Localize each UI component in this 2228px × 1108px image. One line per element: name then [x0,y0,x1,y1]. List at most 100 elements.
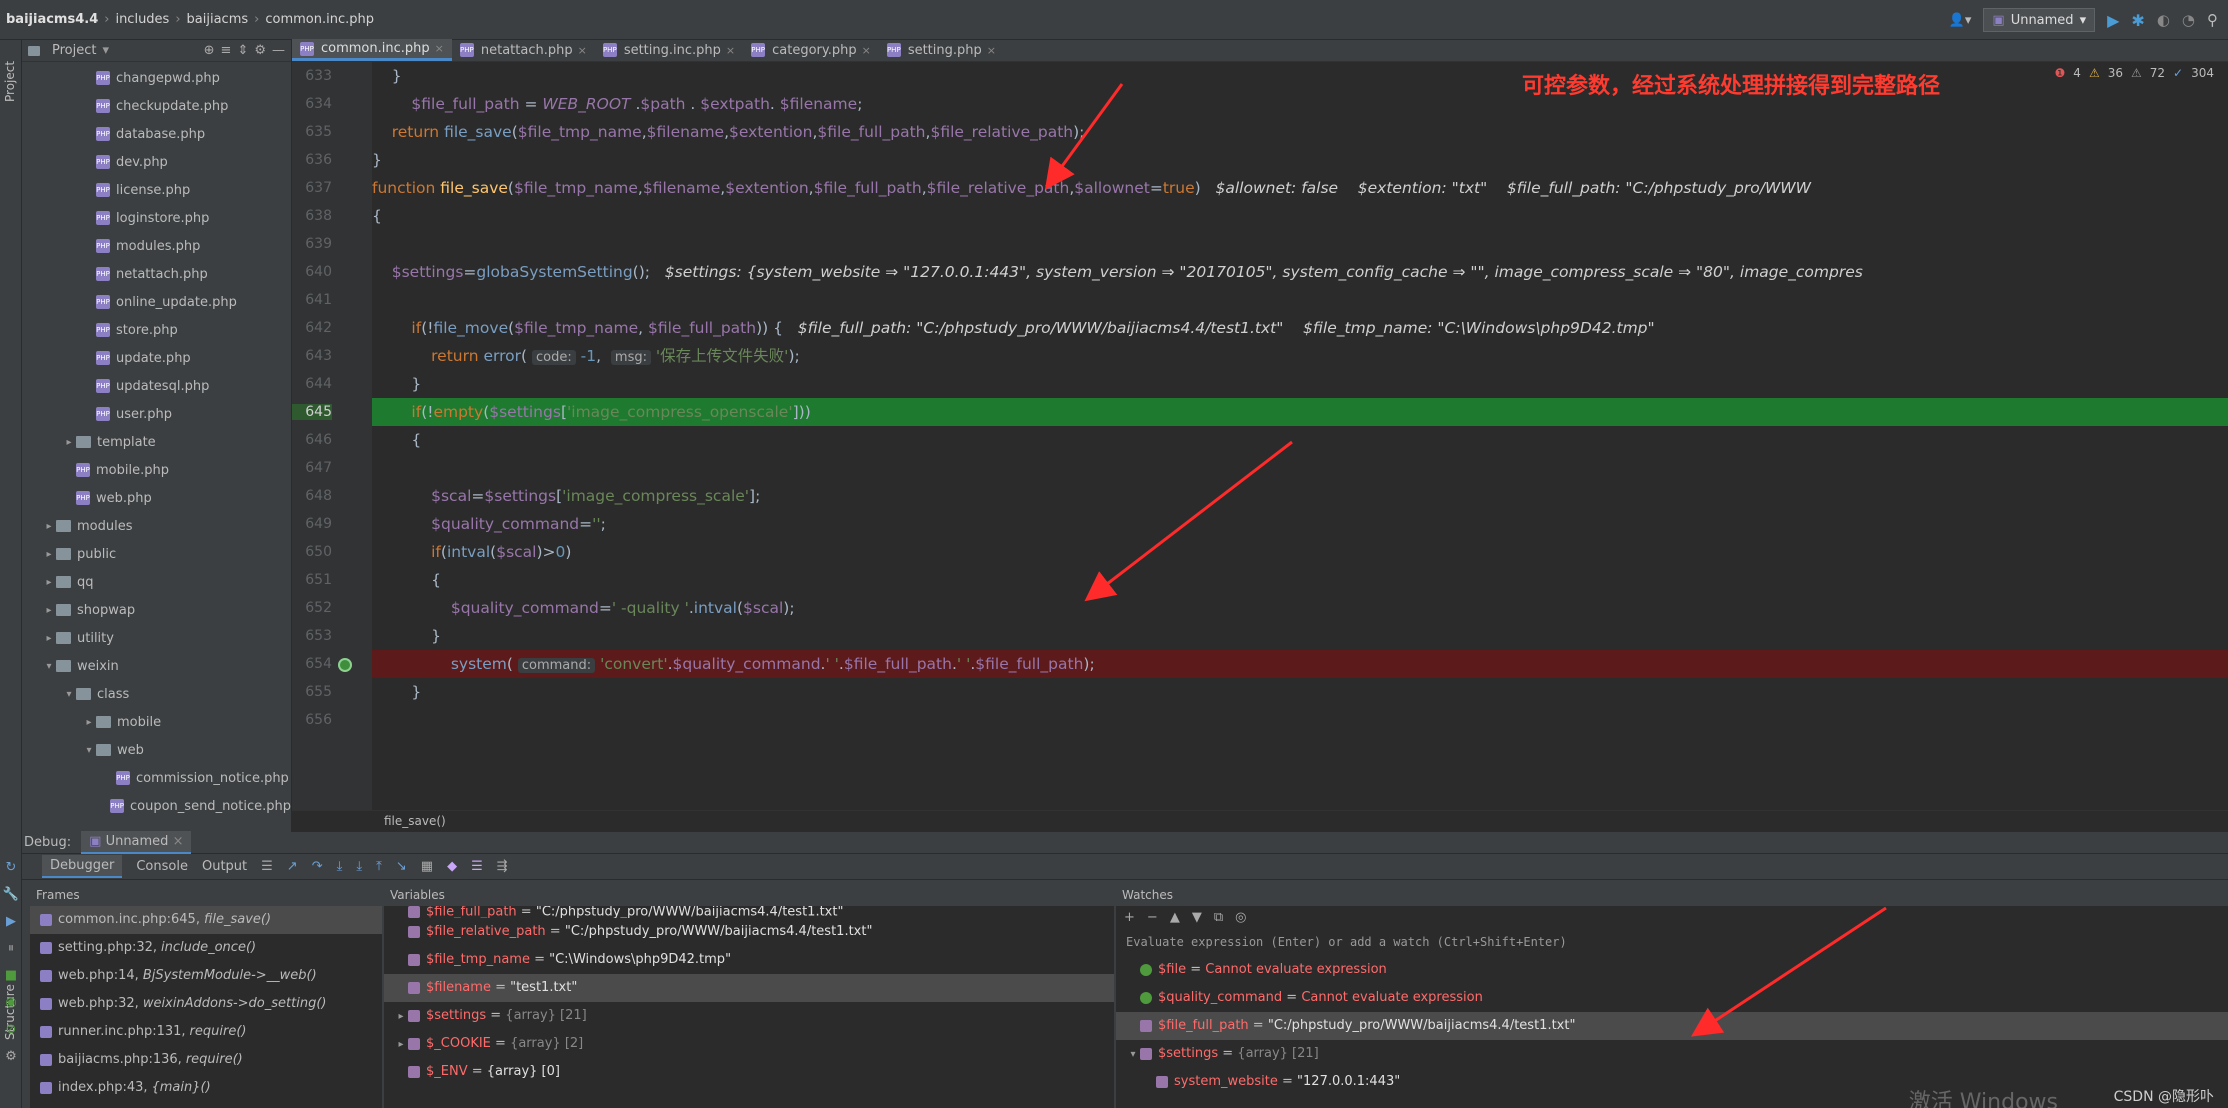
locate-icon[interactable]: ⊕ [204,43,215,58]
editor-tab[interactable]: PHP setting.inc.php × [595,39,743,61]
list-icon[interactable]: ☰ [471,859,483,874]
chevron-down-icon[interactable]: ▾ [82,745,96,756]
debug-session-tab[interactable]: ▣ Unnamed × [81,831,192,854]
variable-row[interactable]: $file_tmp_name = "C:\Windows\php9D42.tmp… [384,946,1114,974]
tree-file[interactable]: PHP user.php [22,400,291,428]
stop-icon[interactable]: ■ [5,968,17,983]
variable-row[interactable]: ▸ $settings = {array} [21] [384,1002,1114,1030]
step-out-icon[interactable]: ⤒ [376,859,382,874]
tree-folder[interactable]: ▾ web [22,736,291,764]
tree-file[interactable]: PHP changepwd.php [22,64,291,92]
rerun-icon[interactable]: ↻ [6,860,17,875]
inspection-summary[interactable]: ❶4 ⚠ 36 ⚠ 72 ✓ 304 [2055,66,2214,80]
line-number[interactable]: 653 [292,628,332,644]
watch-row[interactable]: ▾ $settings = {array} [21] [1116,1040,2228,1068]
tab-output[interactable]: Output [202,859,247,874]
minimize-icon[interactable]: — [272,43,285,58]
editor-tab[interactable]: PHP common.inc.php × [292,39,452,61]
frame-row[interactable]: web.php:14, BjSystemModule->__web() [30,962,382,990]
step-over-icon[interactable]: ↷ [312,859,323,874]
wrench-icon[interactable]: 🔧 [3,887,19,902]
line-number[interactable]: 655 [292,684,332,700]
line-number[interactable]: 638 [292,208,332,224]
close-icon[interactable]: × [726,44,735,57]
chevron-right-icon[interactable]: ▸ [42,549,56,560]
move-down-icon[interactable]: ▼ [1192,910,1202,925]
profiler-icon[interactable]: ◔ [2182,11,2195,29]
breadcrumb-baijiacms[interactable]: baijiacms [187,12,249,27]
tree-file[interactable]: PHP checkupdate.php [22,92,291,120]
chevron-right-icon[interactable]: ▸ [62,437,76,448]
chevron-down-icon[interactable]: ▾ [1126,1041,1140,1069]
line-number[interactable]: 645 [292,404,332,420]
line-number[interactable]: 634 [292,96,332,112]
run-config-select[interactable]: ▣ Unnamed ▾ [1983,8,2096,32]
evaluate-icon[interactable]: ▦ [421,859,433,874]
tree-file[interactable]: PHP web.php [22,484,291,512]
menu-icon[interactable]: ☰ [261,859,273,874]
line-number[interactable]: 633 [292,68,332,84]
tree-folder[interactable]: ▾ class [22,680,291,708]
collapse-icon[interactable]: ≡ [221,43,232,58]
settings-icon[interactable]: ⇶ [497,859,508,874]
tree-file[interactable]: PHP store.php [22,316,291,344]
chevron-down-icon[interactable]: ▾ [62,689,76,700]
user-icon[interactable]: 👤▾ [1949,13,1972,28]
tree-file[interactable]: PHP update.php [22,344,291,372]
coverage-icon[interactable]: ◐ [2157,11,2170,29]
gear-icon[interactable]: ⚙ [254,43,266,58]
pause-icon[interactable]: ⏸ [8,941,15,956]
watch-row[interactable]: system_website = "127.0.0.1:443" [1116,1068,2228,1096]
chevron-down-icon[interactable]: ▾ [102,43,109,58]
move-up-icon[interactable]: ▲ [1170,910,1180,925]
code-area[interactable]: } $file_full_path = WEB_ROOT .$path . $e… [372,62,2228,832]
breakpoint-icon[interactable] [338,658,352,672]
variable-row[interactable]: $_ENV = {array} [0] [384,1058,1114,1086]
breadcrumb-project[interactable]: baijiacms4.4 [6,12,98,27]
close-icon[interactable]: × [862,44,871,57]
breadcrumb-file[interactable]: common.inc.php [265,12,374,27]
tree-folder[interactable]: ▸ public [22,540,291,568]
chevron-right-icon[interactable]: ▸ [42,521,56,532]
run-to-cursor-icon[interactable]: ↘ [396,859,407,874]
watch-expression-input[interactable]: Evaluate expression (Enter) or add a wat… [1116,928,2228,956]
project-panel-title[interactable]: Project [52,43,96,58]
chevron-right-icon[interactable]: ▸ [42,605,56,616]
tree-file[interactable]: PHP mobile.php [22,456,291,484]
tree-folder[interactable]: ▸ utility [22,624,291,652]
close-icon[interactable]: × [987,44,996,57]
tree-file[interactable]: PHP online_update.php [22,288,291,316]
variable-row[interactable]: ▸ $_COOKIE = {array} [2] [384,1030,1114,1058]
breadcrumb-includes[interactable]: includes [115,12,169,27]
line-number[interactable]: 656 [292,712,332,728]
frame-row[interactable]: common.inc.php:645, file_save() [30,906,382,934]
project-tool-button[interactable]: Project [3,61,17,102]
listen-icon[interactable]: ◉ [5,995,16,1010]
tree-file[interactable]: PHP coupon_send_notice.php [22,792,291,820]
close-icon[interactable]: × [578,44,587,57]
frame-row[interactable]: runner.inc.php:131, require() [30,1018,382,1046]
line-number[interactable]: 641 [292,292,332,308]
line-number[interactable]: 652 [292,600,332,616]
line-number[interactable]: 643 [292,348,332,364]
add-icon[interactable]: + [1124,910,1135,925]
line-number[interactable]: 650 [292,544,332,560]
tree-folder[interactable]: ▸ template [22,428,291,456]
variable-row[interactable]: $filename = "test1.txt" [384,974,1114,1002]
line-number[interactable]: 646 [292,432,332,448]
watch-row[interactable]: $file = Cannot evaluate expression [1116,956,2228,984]
tree-folder[interactable]: ▸ modules [22,512,291,540]
tree-file[interactable]: PHP loginstore.php [22,204,291,232]
tree-file[interactable]: PHP dev.php [22,148,291,176]
tree-file[interactable]: PHP updatesql.php [22,372,291,400]
watch-row[interactable]: $file_full_path = "C:/phpstudy_pro/WWW/b… [1116,1012,2228,1040]
close-icon[interactable]: × [173,834,184,849]
tab-console[interactable]: Console [136,859,188,874]
line-number[interactable]: 635 [292,124,332,140]
frame-row[interactable]: index.php:43, {main}() [30,1074,382,1102]
line-number[interactable]: 649 [292,516,332,532]
function-breadcrumb[interactable]: file_save() [292,810,2228,832]
line-number[interactable]: 654 [292,656,332,672]
variable-row[interactable]: $file_full_path = "C:/phpstudy_pro/WWW/b… [384,906,1114,918]
frame-row[interactable]: setting.php:32, include_once() [30,934,382,962]
